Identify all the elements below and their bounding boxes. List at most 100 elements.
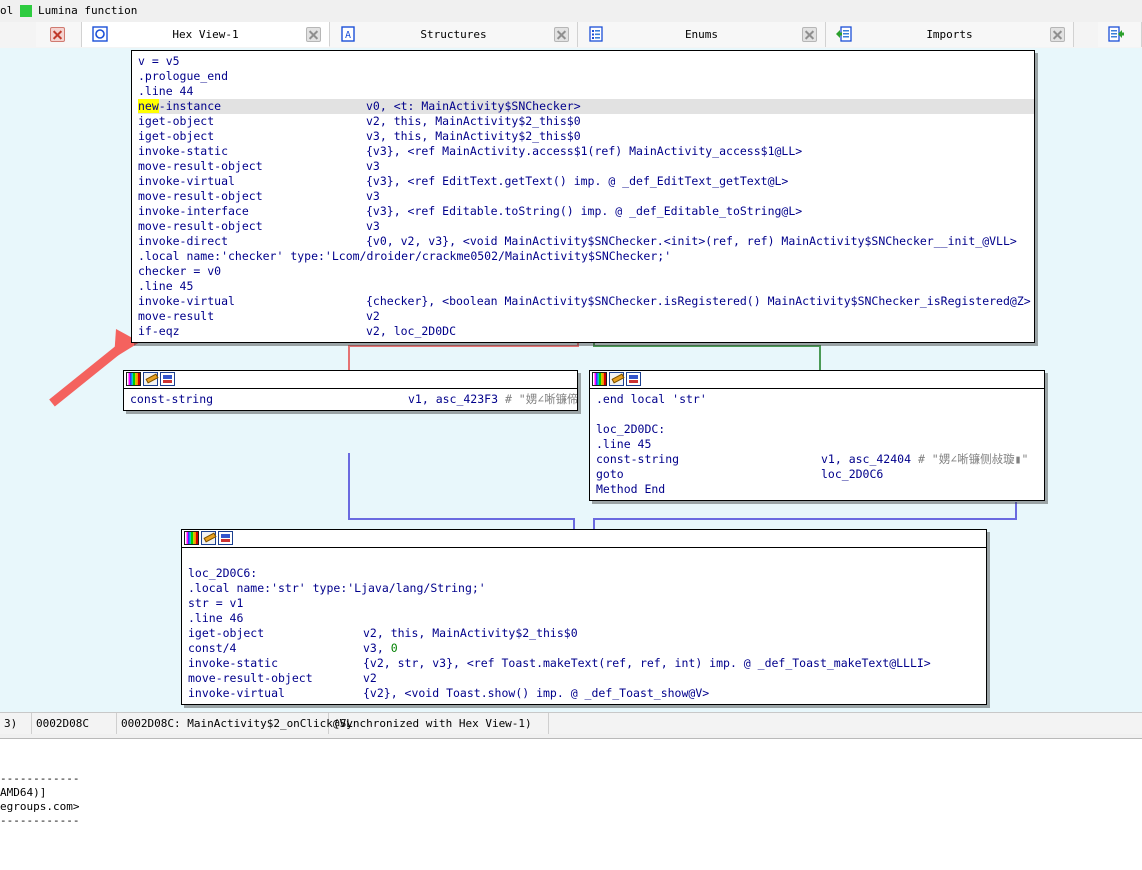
code-line: loc_2D0C6:: [188, 566, 986, 581]
code-mnemonic: invoke-virtual: [188, 686, 285, 700]
tab-bar: Hex View-1AStructuresEnumsImports: [0, 22, 1142, 49]
node-header-icons: [184, 531, 233, 545]
code-operands: v3, this, MainActivity$2_this$0: [366, 129, 581, 144]
code-mnemonic: goto: [596, 467, 624, 481]
tab-close-icon[interactable]: [36, 22, 82, 47]
code-operands: v3: [366, 219, 380, 234]
code-operands: v3: [366, 189, 380, 204]
tab-close-button[interactable]: [50, 27, 65, 42]
output-pane[interactable]: ------------AMD64)]egroups.com>---------…: [0, 734, 1142, 870]
code-operands: v2, this, MainActivity$2_this$0: [366, 114, 581, 129]
code-line: .line 45: [138, 279, 1034, 294]
tab-imports[interactable]: Imports: [826, 22, 1074, 47]
node-header[interactable]: [124, 371, 577, 389]
menu-trailing-label: ol: [0, 0, 13, 22]
log-line: AMD64)]: [0, 786, 46, 800]
code-mnemonic: invoke-interface: [138, 204, 249, 218]
tab-close-button[interactable]: [306, 27, 321, 42]
lumina-function-label: Lumina function: [38, 0, 137, 22]
code-line: move-result-objectv3: [138, 159, 1034, 174]
tab-enums[interactable]: Enums: [578, 22, 826, 47]
code-mnemonic: .local name:'str' type:'Ljava/lang/Strin…: [188, 581, 486, 595]
code-operands: {v3}, <ref MainActivity.access$1(ref) Ma…: [366, 144, 802, 159]
code-mnemonic: move-result: [138, 309, 214, 323]
tab-close-button[interactable]: [1050, 27, 1065, 42]
code-line: invoke-static{v3}, <ref MainActivity.acc…: [138, 144, 1034, 159]
code-operands: v2, loc_2D0DC: [366, 324, 456, 339]
code-mnemonic: .prologue_end: [138, 69, 228, 83]
code-operands: {v3}, <ref Editable.toString() imp. @ _d…: [366, 204, 802, 219]
tab-label: Imports: [826, 22, 1073, 47]
code-mnemonic: iget-object: [138, 114, 214, 128]
code-mnemonic: new-instance: [138, 99, 221, 113]
code-mnemonic: const/4: [188, 641, 236, 655]
code-line: invoke-static{v2, str, v3}, <ref Toast.m…: [188, 656, 986, 671]
output-pane-divider: [0, 734, 1142, 739]
tab-label: Hex View-1: [82, 22, 329, 47]
palette-icon[interactable]: [126, 372, 141, 386]
code-operands: v3: [366, 159, 380, 174]
node-header[interactable]: [590, 371, 1044, 389]
tab-close-button[interactable]: [802, 27, 817, 42]
code-mnemonic: .line 45: [596, 437, 651, 451]
code-operands: v3, 0: [363, 641, 398, 656]
code-mnemonic: const-string: [596, 452, 679, 466]
status-cell-2: 0002D08C: MainActivity$2_onClick@VL: [117, 713, 329, 734]
tab-hex-view-1[interactable]: Hex View-1: [82, 22, 330, 47]
pencil-icon[interactable]: [143, 372, 158, 386]
code-line: move-result-object v3: [138, 189, 1034, 204]
code-operands: v1, asc_423F3 # "娚∠唽镰偙⫪绐▮": [408, 392, 578, 407]
code-mnemonic: invoke-direct: [138, 234, 228, 248]
node-body: v = v5.prologue_end.line 44new-instancev…: [132, 51, 1034, 342]
graph-view[interactable]: v = v5.prologue_end.line 44new-instancev…: [0, 48, 1142, 712]
code-line: Method End: [596, 482, 1044, 497]
status-cell-0: 3): [0, 713, 32, 734]
graph-icon[interactable]: [626, 372, 641, 386]
code-line: [188, 551, 986, 566]
tab-close-button[interactable]: [554, 27, 569, 42]
code-line: const-string v1, asc_423F3 # "娚∠唽镰偙⫪绐▮": [130, 392, 577, 407]
false-branch-block[interactable]: const-string v1, asc_423F3 # "娚∠唽镰偙⫪绐▮": [123, 370, 578, 411]
code-line: iget-object v3, this, MainActivity$2_this…: [138, 129, 1034, 144]
palette-icon[interactable]: [184, 531, 199, 545]
tab-structures[interactable]: AStructures: [330, 22, 578, 47]
code-line: invoke-interface {v3}, <ref Editable.toSt…: [138, 204, 1034, 219]
code-number: 0: [391, 641, 398, 655]
code-line: str = v1: [188, 596, 986, 611]
tab-label: Enums: [578, 22, 825, 47]
code-mnemonic: iget-object: [138, 129, 214, 143]
graph-icon[interactable]: [218, 531, 233, 545]
node-body: .end local 'str'loc_2D0DC:.line 45const-…: [590, 389, 1044, 500]
entry-block[interactable]: v = v5.prologue_end.line 44new-instancev…: [131, 50, 1035, 343]
node-header[interactable]: [182, 530, 986, 548]
code-operands: {v3}, <ref EditText.getText() imp. @ _de…: [366, 174, 788, 189]
log-line: ------------: [0, 772, 79, 786]
code-mnemonic: v = v5: [138, 54, 180, 68]
pencil-icon[interactable]: [609, 372, 624, 386]
code-line: checker = v0: [138, 264, 1034, 279]
node-body: const-string v1, asc_423F3 # "娚∠唽镰偙⫪绐▮": [124, 389, 577, 410]
code-mnemonic: .local name:'checker' type:'Lcom/droider…: [138, 249, 671, 263]
tab-exports-icon[interactable]: [1098, 22, 1142, 47]
code-mnemonic: move-result-object: [138, 189, 263, 203]
code-line: iget-object v2, this, MainActivity$2_this…: [138, 114, 1034, 129]
code-operands: v2, this, MainActivity$2_this$0: [363, 626, 578, 641]
code-mnemonic: Method End: [596, 482, 665, 496]
code-line: const-stringv1, asc_42404 # "娚∠唽镰侧敊璇▮": [596, 452, 1044, 467]
graph-icon[interactable]: [160, 372, 175, 386]
palette-icon[interactable]: [592, 372, 607, 386]
true-branch-block[interactable]: .end local 'str'loc_2D0DC:.line 45const-…: [589, 370, 1045, 501]
code-line: v = v5: [138, 54, 1034, 69]
code-operands: v2: [366, 309, 380, 324]
pencil-icon[interactable]: [201, 531, 216, 545]
code-mnemonic: const-string: [130, 392, 213, 406]
code-line: .prologue_end: [138, 69, 1034, 84]
code-mnemonic: iget-object: [188, 626, 264, 640]
code-line: loc_2D0DC:: [596, 422, 1044, 437]
code-comment: # "娚∠唽镰侧敊璇▮": [911, 452, 1028, 466]
code-line: move-result-objectv3: [138, 219, 1034, 234]
code-mnemonic: .line 46: [188, 611, 243, 625]
code-line: move-result-objectv2: [188, 671, 986, 686]
merge-block[interactable]: loc_2D0C6:.local name:'str' type:'Ljava/…: [181, 529, 987, 705]
code-mnemonic: loc_2D0DC:: [596, 422, 665, 436]
